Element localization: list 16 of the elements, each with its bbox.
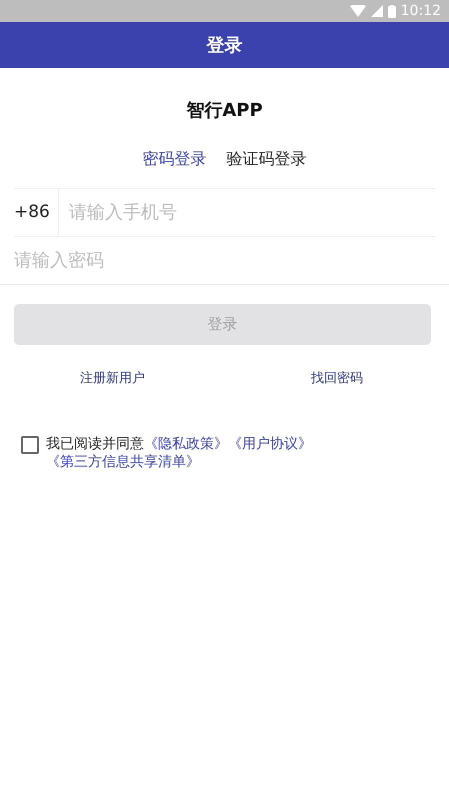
status-time: 10:12 (400, 3, 441, 19)
app-bar-title: 登录 (206, 34, 242, 57)
country-code: +86 (14, 189, 59, 236)
battery-icon (388, 4, 396, 18)
policy-link[interactable]: 《用户协议》 (228, 436, 312, 452)
login-tab[interactable]: 验证码登录 (226, 148, 306, 170)
policy-link[interactable]: 《隐私政策》 (144, 436, 228, 452)
text-link[interactable]: 找回密码 (310, 369, 363, 387)
policy-link[interactable]: 《第三方信息共享清单》 (46, 454, 200, 470)
checkbox[interactable] (21, 436, 39, 454)
wifi-icon (350, 5, 366, 17)
agreement-text: 我已阅读并同意《隐私政策》《用户协议》 《第三方信息共享清单》 (46, 435, 313, 471)
app-name: 智行APP (186, 99, 263, 122)
login-tab[interactable]: 密码登录 (142, 148, 206, 170)
text-link[interactable]: 注册新用户 (80, 369, 145, 387)
signal-icon (370, 5, 383, 17)
